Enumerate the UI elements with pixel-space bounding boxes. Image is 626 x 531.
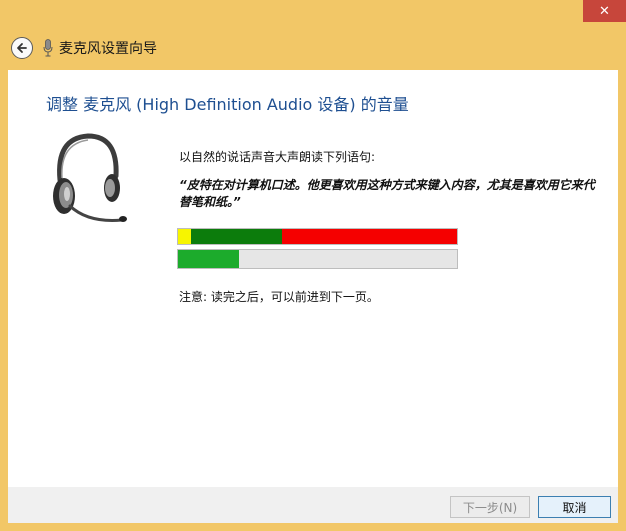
back-button[interactable] (11, 37, 33, 59)
scale-low-segment (178, 229, 191, 244)
page-heading: 调整 麦克风 (High Definition Audio 设备) 的音量 (46, 95, 409, 114)
level-meter (177, 249, 458, 269)
scale-high-segment (282, 229, 457, 244)
instruction-text: 以自然的说话声音大声朗读下列语句: (179, 150, 376, 164)
scale-good-segment (191, 229, 282, 244)
close-button[interactable]: ✕ (583, 0, 626, 22)
microphone-icon (43, 39, 53, 57)
footer-bar: 下一步(N) 取消 (8, 487, 618, 523)
wizard-header: 麦克风设置向导 (6, 28, 620, 68)
next-button[interactable]: 下一步(N) (450, 496, 530, 518)
cancel-button[interactable]: 取消 (538, 496, 611, 518)
level-meter-fill (178, 250, 240, 268)
headset-icon (53, 133, 127, 222)
wizard-window: ✕ 麦克风设置向导 调整 麦克风 (High Definition Audio … (0, 0, 626, 531)
note-text: 注意: 读完之后，可以前进到下一页。 (179, 290, 379, 304)
close-icon: ✕ (599, 3, 610, 19)
read-aloud-sentence: “皮特在对计算机口述。他更喜欢用这种方式来键入内容，尤其是喜欢用它来代替笔和纸。… (179, 178, 595, 209)
content-panel: 调整 麦克风 (High Definition Audio 设备) 的音量 以自… (8, 70, 618, 487)
wizard-title: 麦克风设置向导 (59, 41, 157, 57)
back-arrow-icon (17, 43, 27, 53)
level-scale (177, 228, 458, 245)
